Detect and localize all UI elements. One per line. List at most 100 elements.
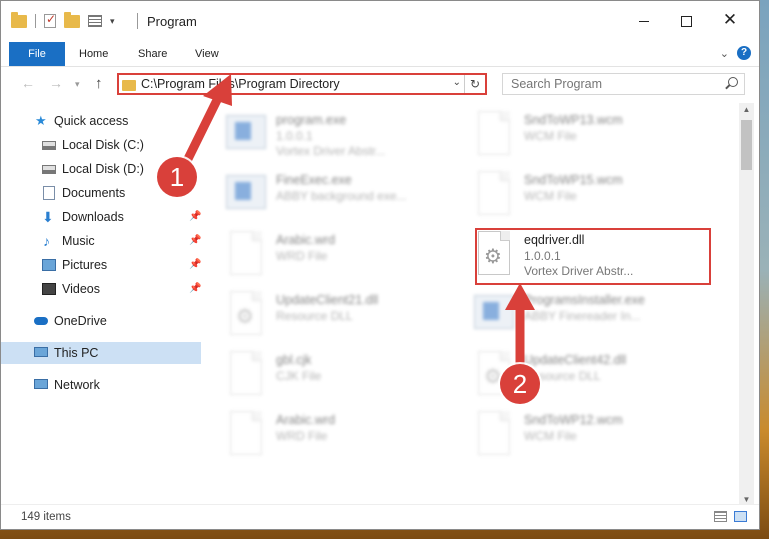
navigation-bar: ← → ▾ ↑ C:\Program Files\Program Directo… — [1, 67, 759, 101]
pin-icon[interactable]: 📌 — [189, 230, 201, 252]
maximize-button[interactable] — [671, 9, 701, 31]
exe-file-icon — [474, 295, 514, 329]
item-count: 149 items — [21, 511, 71, 523]
file-name: SndToWP15.wcm — [524, 173, 623, 187]
sidebar-item-local-disk-c[interactable]: Local Disk (C:) — [1, 134, 201, 156]
onedrive-icon — [34, 317, 48, 325]
videos-icon — [42, 283, 56, 295]
sidebar-item-label: Documents — [62, 186, 126, 200]
file-item[interactable]: Arabic.wrd WRD File — [208, 227, 448, 283]
sidebar-item-onedrive[interactable]: OneDrive — [1, 310, 201, 332]
up-arrow-icon[interactable]: ↑ — [95, 75, 103, 92]
properties-check-icon[interactable] — [44, 12, 56, 28]
file-name: gbl.cjk — [276, 353, 312, 367]
file-type: ABBY Finereader In... — [524, 309, 641, 323]
sidebar-item-music[interactable]: ♪ Music 📌 — [1, 230, 201, 252]
file-item[interactable]: ProgramsInstaller.exe ABBY Finereader In… — [456, 287, 696, 343]
sidebar-item-label: OneDrive — [54, 314, 107, 328]
close-button[interactable]: ✕ — [715, 9, 745, 31]
tab-share[interactable]: Share — [138, 42, 167, 66]
sidebar-item-label: Quick access — [54, 114, 129, 128]
search-input[interactable] — [509, 76, 713, 92]
sidebar-item-label: Local Disk (D:) — [62, 162, 144, 176]
this-pc-icon — [34, 347, 48, 357]
details-view-icon[interactable] — [714, 511, 727, 522]
help-icon[interactable]: ? — [737, 46, 751, 60]
file-name: SndToWP13.wcm — [524, 113, 623, 127]
vertical-scrollbar[interactable]: ▲ ▼ — [739, 103, 754, 507]
file-item[interactable]: program.exe 1.0.0.1 Vortex Driver Abstr.… — [208, 107, 448, 163]
documents-icon — [43, 186, 55, 200]
forward-arrow-icon[interactable]: → — [49, 75, 63, 91]
sidebar-item-this-pc[interactable]: This PC — [1, 342, 201, 364]
file-explorer-window: ▾ Program ✕ File Home Share View ⌄ ? ← →… — [0, 0, 760, 530]
address-bar[interactable]: C:\Program Files\Program Directory ⌄ ↻ — [117, 73, 487, 95]
sidebar-item-label: Local Disk (C:) — [62, 138, 144, 152]
sidebar-item-label: Network — [54, 378, 100, 392]
drive-icon — [42, 165, 56, 174]
eqdriver-highlight-box — [475, 228, 711, 285]
file-description: Vortex Driver Abstr... — [276, 144, 386, 158]
file-name: FineExec.exe — [276, 173, 352, 187]
pin-icon[interactable]: 📌 — [189, 278, 201, 300]
sidebar-item-downloads[interactable]: ⬇ Downloads 📌 — [1, 206, 201, 228]
sidebar-item-label: Downloads — [62, 210, 124, 224]
expand-ribbon-icon[interactable]: ⌄ — [720, 47, 729, 60]
file-version: 1.0.0.1 — [276, 129, 313, 143]
file-type: WCM File — [524, 429, 577, 443]
file-type: Resource DLL — [276, 309, 353, 323]
address-path[interactable]: C:\Program Files\Program Directory — [141, 77, 340, 91]
file-item[interactable]: Arabic.wrd WRD File — [208, 407, 448, 463]
file-item[interactable]: gbl.cjk CJK File — [208, 347, 448, 403]
search-icon[interactable] — [728, 77, 738, 87]
file-type: WCM File — [524, 189, 577, 203]
sidebar-item-videos[interactable]: Videos 📌 — [1, 278, 201, 300]
document-icon — [478, 171, 510, 215]
file-list: program.exe 1.0.0.1 Vortex Driver Abstr.… — [208, 103, 738, 503]
folder-icon — [122, 80, 136, 91]
sidebar-item-pictures[interactable]: Pictures 📌 — [1, 254, 201, 276]
file-item[interactable]: UpdateClient42.dll Resource DLL — [456, 347, 696, 403]
toolbar-separator — [35, 14, 36, 28]
title-divider — [137, 13, 138, 29]
sidebar-item-label: Pictures — [62, 258, 108, 272]
file-name: ProgramsInstaller.exe — [524, 293, 645, 307]
file-item[interactable]: SndToWP15.wcm WCM File — [456, 167, 696, 223]
new-folder-icon[interactable] — [64, 11, 80, 28]
recent-locations-icon[interactable]: ▾ — [75, 79, 80, 90]
file-name: Arabic.wrd — [276, 233, 336, 247]
chevron-down-icon[interactable]: ▾ — [110, 16, 115, 27]
file-type: ABBY background exe... — [276, 189, 407, 203]
sidebar-item-network[interactable]: Network — [1, 374, 201, 396]
properties-icon[interactable] — [88, 15, 102, 27]
sidebar-item-quick-access[interactable]: ★ Quick access — [1, 110, 201, 132]
search-box[interactable] — [502, 73, 745, 95]
tiles-view-icon[interactable] — [734, 511, 747, 522]
file-item[interactable]: SndToWP12.wcm WCM File — [456, 407, 696, 463]
tab-home[interactable]: Home — [79, 42, 108, 66]
file-name: UpdateClient42.dll — [524, 353, 627, 367]
file-item[interactable]: SndToWP13.wcm WCM File — [456, 107, 696, 163]
file-item[interactable]: FineExec.exe ABBY background exe... — [208, 167, 448, 223]
quick-access-toolbar: ▾ — [11, 11, 115, 28]
tab-view[interactable]: View — [195, 42, 219, 66]
file-type: WCM File — [524, 129, 577, 143]
tab-file[interactable]: File — [9, 42, 65, 66]
scroll-up-icon[interactable]: ▲ — [739, 103, 754, 117]
network-icon — [34, 379, 48, 389]
minimize-button[interactable] — [629, 9, 659, 31]
scroll-thumb[interactable] — [741, 120, 752, 170]
sidebar-item-label: Music — [62, 234, 95, 248]
document-icon — [230, 411, 262, 455]
step-2-badge: 2 — [500, 364, 540, 404]
refresh-icon[interactable]: ↻ — [464, 75, 485, 93]
minimize-icon — [639, 20, 649, 22]
file-item[interactable]: UpdateClient21.dll Resource DLL — [208, 287, 448, 343]
back-arrow-icon[interactable]: ← — [21, 75, 35, 91]
pictures-icon — [42, 259, 56, 271]
file-type: WRD File — [276, 429, 328, 443]
pin-icon[interactable]: 📌 — [189, 206, 201, 228]
folder-icon — [11, 11, 27, 28]
pin-icon[interactable]: 📌 — [189, 254, 201, 276]
chevron-down-icon[interactable]: ⌄ — [453, 77, 461, 88]
